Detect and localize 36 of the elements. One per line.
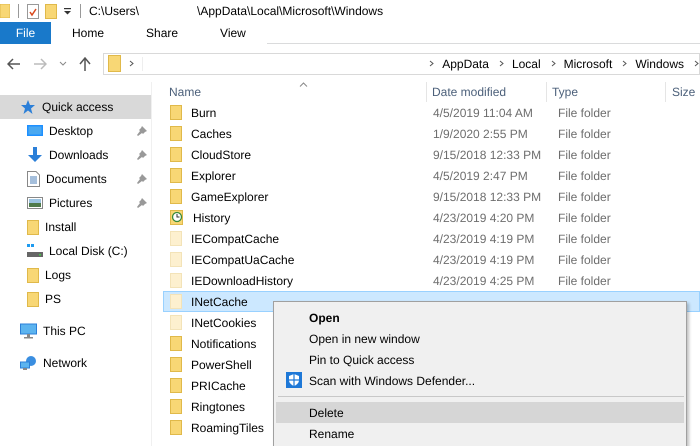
file-name: IECompatUaCache	[191, 252, 294, 266]
table-cell-text: File folder	[557, 210, 611, 224]
table-cell-text: 4/23/2019 4:19 PM	[432, 252, 536, 266]
table-cell-text: 1/9/2020 2:55 PM	[432, 126, 529, 140]
file-name: INetCookies	[191, 316, 256, 330]
table-cell-text: 4/5/2019 11:04 AM	[432, 106, 534, 120]
file-name: IECompatCache	[191, 232, 280, 246]
table-cell-text: 4/23/2019 4:20 PM	[432, 210, 536, 224]
file-name: History	[193, 210, 230, 224]
file-name: RoamingTiles	[191, 420, 264, 434]
table-cell-text: 9/15/2018 12:33 PM	[432, 190, 542, 204]
window-title: \AppData\Local\Microsoft\Windows	[197, 4, 384, 18]
file-name: Caches	[191, 126, 232, 140]
file-name: CloudStore	[191, 148, 252, 162]
table-cell-text: File folder	[557, 190, 611, 204]
file-name: Notifications	[191, 336, 256, 350]
table-cell-text: 4/5/2019 2:47 PM	[432, 168, 529, 182]
file-name: GameExplorer	[191, 190, 268, 204]
table-cell-text: 4/23/2019 4:19 PM	[432, 232, 536, 246]
table-cell-text: File folder	[557, 148, 611, 162]
window-title: C:\Users\	[89, 4, 140, 18]
table-cell-text: File folder	[557, 232, 611, 246]
file-name: Ringtones	[191, 400, 246, 414]
file-name: Burn	[191, 106, 216, 120]
table-cell-text: File folder	[557, 274, 611, 288]
file-name: IEDownloadHistory	[191, 274, 294, 288]
table-cell-text: File folder	[557, 126, 611, 140]
file-name: INetCache	[191, 294, 248, 308]
table-cell-text: 9/15/2018 12:33 PM	[432, 148, 542, 162]
table-cell-text: File folder	[557, 252, 611, 266]
table-cell-text: File folder	[557, 106, 611, 120]
file-name: PowerShell	[191, 358, 252, 372]
file-name: PRICache	[191, 378, 246, 392]
table-cell-text: File folder	[557, 168, 611, 182]
table-cell-text: 4/23/2019 4:25 PM	[432, 274, 536, 288]
file-name: Explorer	[191, 168, 236, 182]
